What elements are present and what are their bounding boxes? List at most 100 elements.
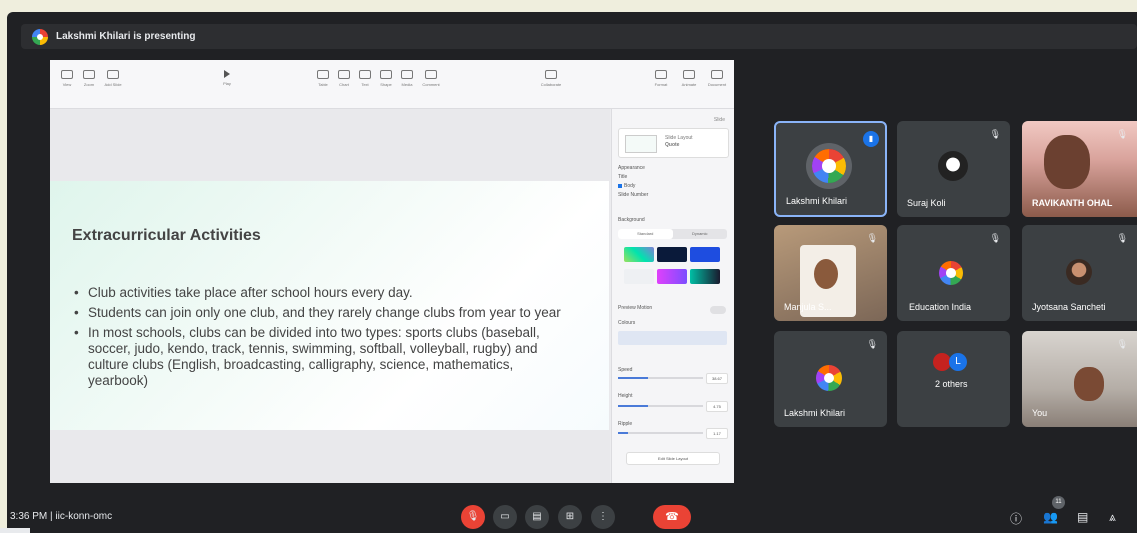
keynote-toolbar: View Zoom Add Slide Play Table Chart Tex… <box>50 60 734 109</box>
background-swatch <box>657 269 687 284</box>
avatar <box>938 151 968 181</box>
background-swatch <box>690 247 720 262</box>
standard-segment: Standard <box>618 229 673 239</box>
background-swatch <box>624 269 654 284</box>
mic-muted-icon: 🎙 <box>989 233 1001 243</box>
slide-layout-card: Slide Layout Quote <box>618 128 729 158</box>
ripple-label: Ripple <box>618 421 633 427</box>
body-option-label: Body <box>624 183 636 189</box>
present-button[interactable]: ⊞ <box>558 505 582 529</box>
mic-muted-icon: 🎙 <box>989 129 1001 139</box>
participant-tile[interactable]: 🎙 Suraj Koli <box>897 121 1010 217</box>
participant-tile[interactable]: 🎙 Education India <box>897 225 1010 321</box>
mic-off-button[interactable]: 🎙 <box>461 505 485 529</box>
org-logo-icon <box>816 365 842 391</box>
time-label: 3:36 PM <box>10 511 48 522</box>
presenter-logo-icon <box>32 28 48 45</box>
toolbar-collaborate: Collaborate <box>540 70 562 87</box>
speed-value: 38.67 <box>706 373 728 384</box>
participant-name: 2 others <box>935 379 968 389</box>
participant-tile[interactable]: 🎙 Jyotsana Sancheti <box>1022 225 1137 321</box>
mic-muted-icon: 🎙 <box>866 339 878 349</box>
toolbar-play: Play <box>216 70 238 86</box>
layout-thumbnail <box>625 135 657 153</box>
bullet-item: In most schools, clubs can be divided in… <box>74 325 569 389</box>
activities-icon[interactable]: ⩓ <box>1109 510 1116 525</box>
toolbar-media: Media <box>396 70 418 87</box>
height-value: 4.75 <box>706 401 728 412</box>
toolbar-shape: Shape <box>375 70 397 87</box>
participant-name: Manjula S... <box>784 302 832 312</box>
participant-count-badge: 11 <box>1052 496 1065 509</box>
toolbar-zoom: Zoom <box>78 70 100 87</box>
ripple-value: 1.17 <box>706 428 728 439</box>
layout-value: Quote <box>665 142 680 148</box>
title-option: Title <box>618 174 628 180</box>
preview-motion-toggle <box>710 306 726 314</box>
meet-window: Lakshmi Khilari is presenting View Zoom … <box>7 12 1137 533</box>
participant-name: Lakshmi Khilari <box>784 408 846 418</box>
participant-tile[interactable]: 🎙 RAVIKANTH OHAL <box>1022 121 1137 217</box>
camera-button[interactable]: ▭ <box>493 505 517 529</box>
slide-canvas: Extracurricular Activities Club activiti… <box>50 109 610 483</box>
mic-muted-icon: 🎙 <box>1116 233 1128 243</box>
toolbar-animate: Animate <box>678 70 700 87</box>
background-swatch <box>690 269 720 284</box>
participant-tile[interactable]: 🎙 Manjula S... <box>774 225 887 321</box>
chat-icon[interactable]: ▤ <box>1077 510 1088 524</box>
toolbar-text: Text <box>354 70 376 87</box>
toolbar-document: Document <box>706 70 728 87</box>
participant-face <box>1074 367 1104 401</box>
leave-call-button[interactable]: ☎ <box>653 505 691 529</box>
height-slider <box>618 405 703 407</box>
shared-screen-keynote: View Zoom Add Slide Play Table Chart Tex… <box>50 60 734 483</box>
preview-motion-label: Preview Motion <box>618 305 653 311</box>
meeting-details-icon[interactable]: ⓘ <box>1010 510 1022 527</box>
height-label: Height <box>618 393 633 399</box>
participant-face <box>1044 135 1090 189</box>
people-icon[interactable]: 👥 <box>1043 510 1058 524</box>
inspector-header: Slide <box>713 117 725 123</box>
meeting-info: 3:36 PM | iic-konn-omc <box>10 511 112 522</box>
toolbar-table: Table <box>312 70 334 87</box>
toolbar-view: View <box>56 70 78 87</box>
avatar: L <box>949 353 967 371</box>
edit-slide-layout-button: Edit Slide Layout <box>626 452 720 465</box>
bullet-item: Club activities take place after school … <box>74 285 569 301</box>
participant-tile[interactable]: ▮ Lakshmi Khilari <box>774 121 887 217</box>
background-segmented-control: Standard Dynamic <box>618 229 727 239</box>
background-swatch <box>657 247 687 262</box>
org-logo-icon <box>939 261 963 285</box>
slide-number-option: Slide Number <box>618 192 649 198</box>
background-swatch <box>624 247 654 262</box>
org-logo-icon <box>812 149 846 183</box>
avatar <box>1066 259 1092 285</box>
participant-name: Education India <box>909 302 972 312</box>
presentation-banner: Lakshmi Khilari is presenting <box>21 24 1137 49</box>
speed-slider <box>618 377 703 379</box>
mic-muted-icon: 🎙 <box>1116 339 1128 349</box>
toolbar-comment: Comment <box>420 70 442 87</box>
colours-gradient-bar <box>618 331 727 345</box>
slide-title: Extracurricular Activities <box>72 227 261 244</box>
slide-bullets: Club activities take place after school … <box>74 285 569 393</box>
participant-name: RAVIKANTH OHAL <box>1032 198 1113 208</box>
thumbnail-strip <box>0 528 30 533</box>
body-option: Body <box>618 183 635 190</box>
participant-tile[interactable]: 🎙 You <box>1022 331 1137 427</box>
more-options-button[interactable]: ⋮ <box>591 505 615 529</box>
separator: | <box>50 511 53 522</box>
colours-label: Colours <box>618 320 636 326</box>
toolbar-add-slide: Add Slide <box>102 70 124 87</box>
mic-muted-icon: 🎙 <box>1116 129 1128 139</box>
meeting-code: iic-konn-omc <box>55 511 113 522</box>
speaking-indicator-icon: ▮ <box>863 131 879 147</box>
participant-name: Jyotsana Sancheti <box>1032 302 1106 312</box>
participant-tile[interactable]: L 2 others <box>897 331 1010 427</box>
captions-button[interactable]: ▤ <box>525 505 549 529</box>
background-label: Background <box>618 217 645 223</box>
dynamic-segment: Dynamic <box>691 231 708 236</box>
ripple-slider <box>618 432 703 434</box>
participant-tile[interactable]: 🎙 Lakshmi Khilari <box>774 331 887 427</box>
speed-label: Speed <box>618 367 633 373</box>
